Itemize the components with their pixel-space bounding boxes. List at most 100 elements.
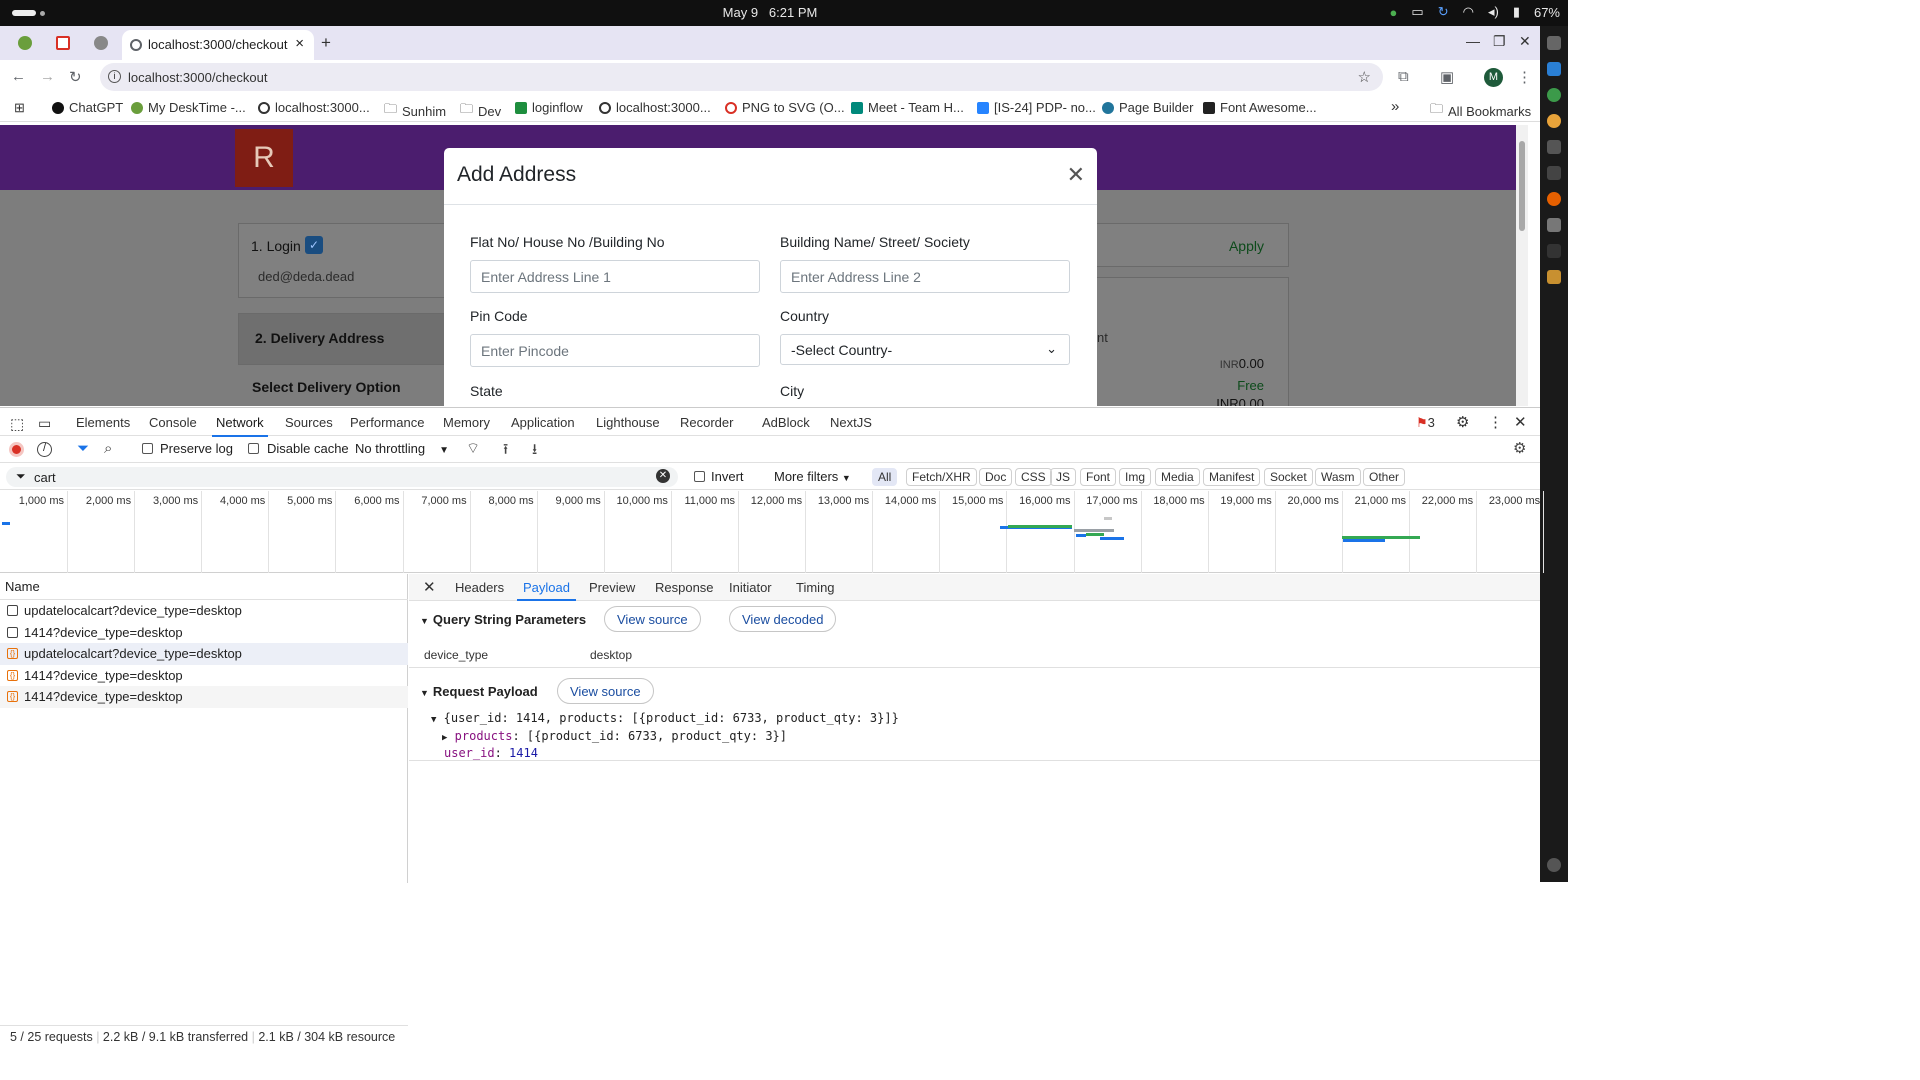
- profile-avatar[interactable]: M: [1484, 68, 1503, 87]
- address-line-2-input[interactable]: Enter Address Line 2: [780, 260, 1070, 293]
- tab-network[interactable]: Network: [212, 415, 268, 437]
- address-line-1-input[interactable]: Enter Address Line 1: [470, 260, 760, 293]
- app-icon[interactable]: [1547, 244, 1561, 258]
- country-select[interactable]: -Select Country- ⌄: [780, 334, 1070, 365]
- record-icon[interactable]: [9, 442, 24, 457]
- bookmark-png-to-svg[interactable]: PNG to SVG (O...: [725, 100, 845, 115]
- bookmark-font-awesome[interactable]: Font Awesome...: [1203, 100, 1317, 115]
- preserve-log-checkbox[interactable]: [142, 443, 153, 454]
- battery-icon[interactable]: ▮: [1513, 4, 1520, 20]
- request-row-selected[interactable]: {} updatelocalcart?device_type=desktop: [0, 643, 408, 665]
- filter-font[interactable]: Font: [1080, 468, 1117, 486]
- request-payload-section-toggle[interactable]: ▼ Request Payload: [420, 684, 538, 699]
- active-tab[interactable]: localhost:3000/checkout ×: [122, 30, 314, 60]
- network-timeline-overview[interactable]: 1,000 ms 2,000 ms 3,000 ms 4,000 ms 5,000 ms…: [0, 491, 1545, 573]
- settings-icon[interactable]: [1547, 858, 1561, 872]
- close-devtools-icon[interactable]: ✕: [1514, 413, 1527, 431]
- tab-initiator[interactable]: Initiator: [729, 580, 772, 595]
- gmail-tab-icon[interactable]: [56, 36, 70, 50]
- app-indicator-icon[interactable]: ●: [1390, 5, 1398, 20]
- request-row[interactable]: {} 1414?device_type=desktop: [0, 665, 408, 687]
- forward-icon[interactable]: →: [40, 68, 55, 85]
- close-window-icon[interactable]: ✕: [1519, 33, 1531, 50]
- clear-filter-icon[interactable]: ✕: [656, 469, 670, 483]
- page-scrollbar[interactable]: [1516, 125, 1528, 406]
- chrome-icon[interactable]: [1547, 88, 1561, 102]
- import-har-icon[interactable]: ⭱: [503, 439, 508, 464]
- query-params-section-toggle[interactable]: ▼ Query String Parameters: [420, 612, 586, 627]
- filter-img[interactable]: Img: [1119, 468, 1152, 486]
- system-tray[interactable]: ● ▭ ↻ ◠ ◂) ▮ 67%: [1390, 4, 1560, 20]
- bookmark-page-builder[interactable]: Page Builder: [1102, 100, 1193, 115]
- filter-socket[interactable]: Socket: [1264, 468, 1313, 486]
- close-tab-icon[interactable]: ×: [295, 35, 304, 52]
- tab-recorder[interactable]: Recorder: [680, 415, 733, 430]
- tab-payload[interactable]: Payload: [517, 580, 576, 601]
- name-column-header[interactable]: Name: [0, 574, 408, 600]
- refresh-icon[interactable]: ↻: [1438, 4, 1449, 20]
- close-detail-icon[interactable]: ✕: [423, 578, 436, 596]
- invert-checkbox[interactable]: [694, 471, 705, 482]
- inspect-element-icon[interactable]: ⬚: [10, 415, 24, 433]
- vscode-icon[interactable]: [1547, 62, 1561, 76]
- bookmark-loginflow[interactable]: loginflow: [515, 100, 583, 115]
- bookmark-chatgpt[interactable]: ChatGPT: [52, 100, 123, 115]
- disable-cache-checkbox[interactable]: [248, 443, 259, 454]
- tab-performance[interactable]: Performance: [350, 415, 424, 430]
- more-options-icon[interactable]: ⋮: [1488, 413, 1503, 431]
- screen-icon[interactable]: ▭: [1411, 4, 1423, 20]
- scrollbar-thumb[interactable]: [1519, 141, 1525, 231]
- pincode-input[interactable]: Enter Pincode: [470, 334, 760, 367]
- tab-application[interactable]: Application: [511, 415, 575, 430]
- monitor-icon[interactable]: [1547, 166, 1561, 180]
- filter-wasm[interactable]: Wasm: [1315, 468, 1361, 486]
- firefox-icon[interactable]: [1547, 192, 1561, 206]
- bookmark-desktime[interactable]: My DeskTime -...: [131, 100, 246, 115]
- bookmark-folder-sunhim[interactable]: 🗀 Sunhim: [384, 100, 446, 122]
- error-badge[interactable]: ⚑3: [1416, 415, 1435, 431]
- tab-preview[interactable]: Preview: [589, 580, 635, 595]
- view-decoded-button[interactable]: View decoded: [729, 606, 837, 632]
- more-bookmarks-button[interactable]: »: [1391, 98, 1399, 115]
- activities-indicator[interactable]: [12, 10, 36, 16]
- tab-search-icon[interactable]: ▣: [1440, 68, 1454, 86]
- extensions-icon[interactable]: ⧉: [1398, 68, 1409, 85]
- search-icon[interactable]: ⌕: [104, 440, 112, 457]
- filter-other[interactable]: Other: [1363, 468, 1406, 486]
- more-filters-button[interactable]: More filters ▼: [774, 469, 851, 484]
- tab-lighthouse[interactable]: Lighthouse: [596, 415, 660, 430]
- back-icon[interactable]: ←: [11, 68, 26, 85]
- request-row[interactable]: updatelocalcart?device_type=desktop: [0, 600, 408, 622]
- payload-products-toggle[interactable]: ▶ products: [{product_id: 6733, product_…: [442, 729, 787, 743]
- filter-all[interactable]: All: [872, 468, 898, 486]
- tab-console[interactable]: Console: [149, 415, 197, 430]
- tab-timing[interactable]: Timing: [796, 580, 835, 595]
- volume-icon[interactable]: ◂): [1488, 4, 1499, 20]
- close-icon[interactable]: ✕: [1067, 162, 1085, 188]
- tab-memory[interactable]: Memory: [443, 415, 490, 430]
- payload-object-toggle[interactable]: ▼ {user_id: 1414, products: [{product_id…: [431, 711, 899, 725]
- device-toolbar-icon[interactable]: ▭: [38, 415, 51, 432]
- bookmark-localhost-2[interactable]: localhost:3000...: [599, 100, 711, 115]
- bookmark-localhost-1[interactable]: localhost:3000...: [258, 100, 370, 115]
- pinned-tab-icon[interactable]: [18, 36, 32, 50]
- new-tab-button[interactable]: +: [321, 33, 331, 53]
- wifi-icon[interactable]: ◠: [1463, 4, 1474, 20]
- app-icon-2[interactable]: [1547, 270, 1561, 284]
- bookmark-meet[interactable]: Meet - Team H...: [851, 100, 964, 115]
- tab-headers[interactable]: Headers: [455, 580, 504, 595]
- tab-sources[interactable]: Sources: [285, 415, 333, 430]
- chrome-active-icon[interactable]: [1547, 114, 1561, 128]
- clear-icon[interactable]: /: [37, 442, 52, 457]
- tab-adblock[interactable]: AdBlock: [762, 415, 810, 430]
- all-bookmarks[interactable]: 🗀 All Bookmarks: [1430, 100, 1531, 122]
- reload-icon[interactable]: ↻: [69, 68, 82, 86]
- clock[interactable]: May 9 6:21 PM: [700, 5, 840, 20]
- bookmark-star-icon[interactable]: ☆: [1358, 68, 1371, 86]
- pinned-tab-icon-2[interactable]: [94, 36, 108, 50]
- request-row[interactable]: {} 1414?device_type=desktop: [0, 686, 408, 708]
- site-info-icon[interactable]: i: [108, 70, 121, 83]
- restore-icon[interactable]: ❐: [1493, 33, 1506, 50]
- filter-media[interactable]: Media: [1155, 468, 1200, 486]
- apply-coupon-button[interactable]: Apply: [1229, 238, 1264, 254]
